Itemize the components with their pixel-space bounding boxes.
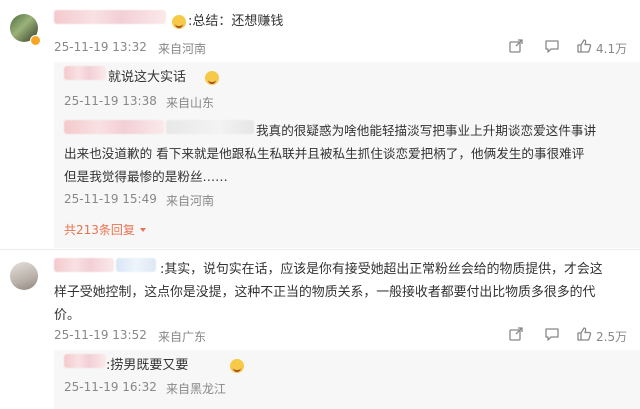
emoji-icon xyxy=(205,71,220,85)
like-icon[interactable] xyxy=(576,326,592,342)
view-replies-label: 共213条回复 xyxy=(64,223,135,237)
reply-text-line2: 出来也没道歉的 看下来就是他跟私生私联并且被私生抓住谈恋爱把柄了，他俩发生的事很… xyxy=(64,146,585,161)
comment-text-line2: 样子受她控制，这点你是没提，这种不正当的物质关系，一般接收者都要付出比物质多很多… xyxy=(54,285,596,300)
comment-location: 来自广东 xyxy=(158,330,207,344)
reply-location: 来自黑龙江 xyxy=(166,382,227,396)
comment-text-line1: :其实，说句实在话，应该是你有接受她超出正常粉丝会给的物质提供，才会这 xyxy=(160,262,603,277)
reply-text-line1: 我真的很疑惑为啥他能轻描淡写把事业上升期谈恋爱这件事讲 xyxy=(256,123,597,138)
reply-username-blurred[interactable] xyxy=(64,66,106,80)
username-blurred[interactable] xyxy=(54,10,166,24)
reply-timestamp: 25-11-19 15:49 xyxy=(64,192,157,206)
emoji-icon xyxy=(172,15,186,29)
like-icon[interactable] xyxy=(576,38,592,54)
verified-badge-icon xyxy=(30,35,41,46)
divider xyxy=(0,249,640,250)
view-replies-link[interactable]: 共213条回复 xyxy=(64,221,147,238)
share-icon[interactable] xyxy=(508,326,524,342)
share-icon[interactable] xyxy=(508,38,524,54)
reply-username-blurred[interactable] xyxy=(64,120,164,134)
reply-text: 就说这大实话 xyxy=(108,70,187,85)
comment-location: 来自河南 xyxy=(158,42,207,56)
like-count: 2.5万 xyxy=(596,330,628,344)
reply-location: 来自河南 xyxy=(166,194,215,208)
reply-username-blurred[interactable] xyxy=(64,354,106,368)
avatar[interactable] xyxy=(10,262,38,290)
comment-text: :总结：还想赚钱 xyxy=(188,14,284,29)
comment-text-line3: 价。 xyxy=(54,308,81,323)
reply-timestamp: 25-11-19 13:38 xyxy=(64,94,157,108)
reply-text: :捞男既要又要 xyxy=(106,358,189,373)
chevron-down-icon xyxy=(139,228,146,232)
reply-timestamp: 25-11-19 16:32 xyxy=(64,380,157,394)
reply-text-line3: 但是我觉得最惨的是粉丝…… xyxy=(64,169,228,184)
comment-timestamp: 25-11-19 13:32 xyxy=(54,40,147,54)
comment-timestamp: 25-11-19 13:52 xyxy=(54,328,147,342)
username-blurred[interactable] xyxy=(116,258,156,272)
username-blurred[interactable] xyxy=(54,258,114,272)
comment-icon[interactable] xyxy=(544,326,560,342)
like-count: 4.1万 xyxy=(596,42,628,56)
reply-location: 来自山东 xyxy=(166,96,215,110)
reply-mention-blurred[interactable] xyxy=(166,120,254,134)
comment-icon[interactable] xyxy=(544,38,560,54)
